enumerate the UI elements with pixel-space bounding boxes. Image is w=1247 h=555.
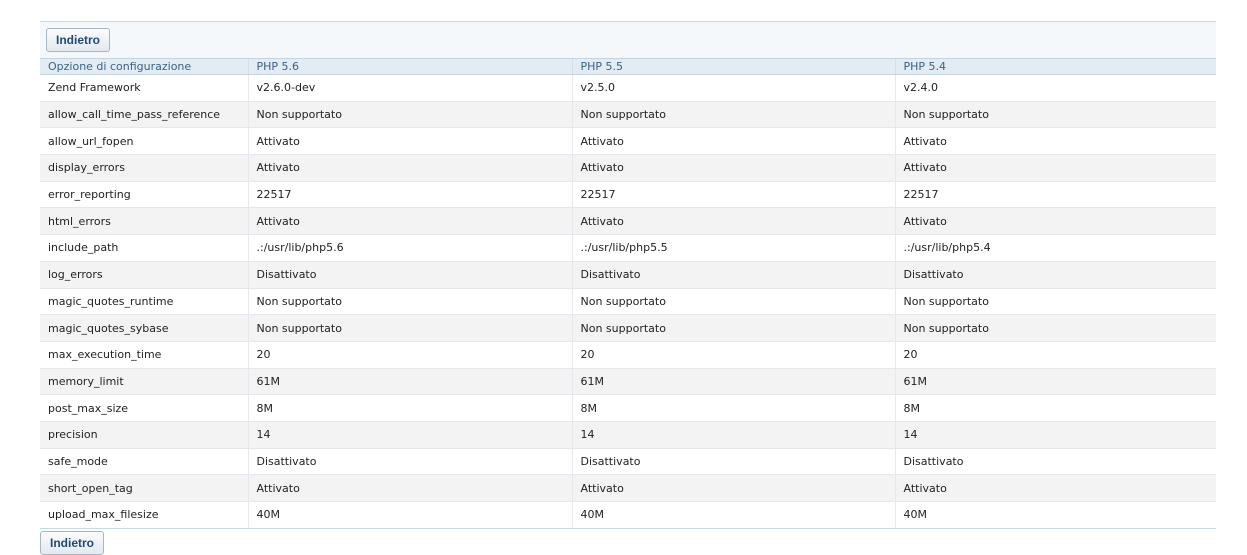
php55-value-cell: Attivato (571, 207, 895, 236)
php55-value-cell: 61M (571, 368, 895, 396)
table-row: max_execution_time 20 20 20 (40, 341, 1216, 369)
php55-value-cell: Disattivato (571, 261, 895, 289)
php54-value-cell: v2.4.0 (894, 74, 1216, 102)
php55-value-cell: Non supportato (571, 101, 895, 129)
php54-value-cell: 20 (894, 341, 1216, 369)
php56-value-cell: Attivato (247, 207, 572, 236)
column-header-php56: PHP 5.6 (247, 58, 572, 75)
php56-value-cell: v2.6.0-dev (247, 74, 572, 102)
table-row: short_open_tag Attivato Attivato Attivato (40, 474, 1216, 502)
option-name-cell: error_reporting (40, 181, 248, 209)
back-button-top[interactable]: Indietro (46, 28, 110, 52)
php55-value-cell: Attivato (571, 127, 895, 156)
php54-value-cell: Non supportato (894, 288, 1216, 316)
top-toolbar: Indietro (40, 21, 1216, 58)
option-name-cell: Zend Framework (40, 74, 248, 102)
column-header-option: Opzione di configurazione (40, 58, 248, 75)
php54-value-cell: .:/usr/lib/php5.4 (894, 234, 1216, 262)
php56-value-cell: Disattivato (247, 261, 572, 289)
php55-value-cell: Attivato (571, 154, 895, 182)
php54-value-cell: 14 (894, 421, 1216, 449)
table-row: allow_url_fopen Attivato Attivato Attivato (40, 127, 1216, 156)
php54-value-cell: Attivato (894, 474, 1216, 502)
table-body: Zend Framework v2.6.0-dev v2.5.0 v2.4.0 allo… (40, 74, 1216, 529)
php54-value-cell: Attivato (894, 207, 1216, 236)
php56-value-cell: Attivato (247, 154, 572, 182)
option-name-cell: log_errors (40, 261, 248, 289)
option-name-cell: precision (40, 421, 248, 449)
php56-value-cell: .:/usr/lib/php5.6 (247, 234, 572, 262)
config-comparison-table: Opzione di configurazione PHP 5.6 PHP 5.… (40, 58, 1216, 529)
php55-value-cell: Attivato (571, 474, 895, 502)
php54-value-cell: Attivato (894, 154, 1216, 182)
table-row: magic_quotes_runtime Non supportato Non su… (40, 288, 1216, 316)
php54-value-cell: Attivato (894, 127, 1216, 156)
php56-value-cell: Attivato (247, 474, 572, 502)
option-name-cell: post_max_size (40, 394, 248, 422)
back-button-bottom[interactable]: Indietro (40, 531, 104, 555)
table-row: upload_max_filesize 40M 40M 40M (40, 501, 1216, 529)
php55-value-cell: 20 (571, 341, 895, 369)
table-row: error_reporting 22517 22517 22517 (40, 181, 1216, 209)
php55-value-cell: v2.5.0 (571, 74, 895, 102)
table-row: log_errors Disattivato Disattivato Disattiv… (40, 261, 1216, 289)
php56-value-cell: 40M (247, 501, 572, 529)
php54-value-cell: Disattivato (894, 448, 1216, 476)
php56-value-cell: 8M (247, 394, 572, 422)
option-name-cell: safe_mode (40, 448, 248, 476)
option-name-cell: allow_url_fopen (40, 127, 248, 156)
php54-value-cell: Disattivato (894, 261, 1216, 289)
option-name-cell: upload_max_filesize (40, 501, 248, 529)
php56-value-cell: Non supportato (247, 288, 572, 316)
php56-value-cell: 61M (247, 368, 572, 396)
table-row: precision 14 14 14 (40, 421, 1216, 449)
option-name-cell: magic_quotes_runtime (40, 288, 248, 316)
table-row: Zend Framework v2.6.0-dev v2.5.0 v2.4.0 (40, 74, 1216, 102)
php56-value-cell: Disattivato (247, 448, 572, 476)
table-row: html_errors Attivato Attivato Attivato (40, 207, 1216, 236)
php55-value-cell: 22517 (571, 181, 895, 209)
table-row: include_path .:/usr/lib/php5.6 .:/usr/lib/… (40, 234, 1216, 262)
php55-value-cell: Non supportato (571, 314, 895, 342)
option-name-cell: max_execution_time (40, 341, 248, 369)
php54-value-cell: 8M (894, 394, 1216, 422)
php56-value-cell: Non supportato (247, 314, 572, 342)
table-row: magic_quotes_sybase Non supportato Non sup… (40, 314, 1216, 342)
table-row: post_max_size 8M 8M 8M (40, 394, 1216, 422)
php56-value-cell: 22517 (247, 181, 572, 209)
table-header-row: Opzione di configurazione PHP 5.6 PHP 5.… (40, 58, 1216, 75)
php56-value-cell: 14 (247, 421, 572, 449)
php55-value-cell: 40M (571, 501, 895, 529)
column-header-php55: PHP 5.5 (571, 58, 895, 75)
php54-value-cell: 22517 (894, 181, 1216, 209)
table-row: display_errors Attivato Attivato Attivato (40, 154, 1216, 182)
column-header-php54: PHP 5.4 (894, 58, 1216, 75)
php55-value-cell: 14 (571, 421, 895, 449)
option-name-cell: html_errors (40, 207, 248, 236)
option-name-cell: allow_call_time_pass_reference (40, 101, 248, 129)
option-name-cell: magic_quotes_sybase (40, 314, 248, 342)
option-name-cell: short_open_tag (40, 474, 248, 502)
php56-value-cell: 20 (247, 341, 572, 369)
table-row: allow_call_time_pass_reference Non suppor… (40, 101, 1216, 129)
config-comparison-panel: Indietro Opzione di configurazione PHP 5… (40, 21, 1216, 529)
php55-value-cell: Disattivato (571, 448, 895, 476)
php54-value-cell: 61M (894, 368, 1216, 396)
php56-value-cell: Non supportato (247, 101, 572, 129)
table-row: safe_mode Disattivato Disattivato Disattiva… (40, 448, 1216, 476)
php56-value-cell: Attivato (247, 127, 572, 156)
php54-value-cell: Non supportato (894, 314, 1216, 342)
php54-value-cell: 40M (894, 501, 1216, 529)
php54-value-cell: Non supportato (894, 101, 1216, 129)
php55-value-cell: 8M (571, 394, 895, 422)
option-name-cell: display_errors (40, 154, 248, 182)
table-row: memory_limit 61M 61M 61M (40, 368, 1216, 396)
option-name-cell: include_path (40, 234, 248, 262)
option-name-cell: memory_limit (40, 368, 248, 396)
php55-value-cell: Non supportato (571, 288, 895, 316)
php55-value-cell: .:/usr/lib/php5.5 (571, 234, 895, 262)
